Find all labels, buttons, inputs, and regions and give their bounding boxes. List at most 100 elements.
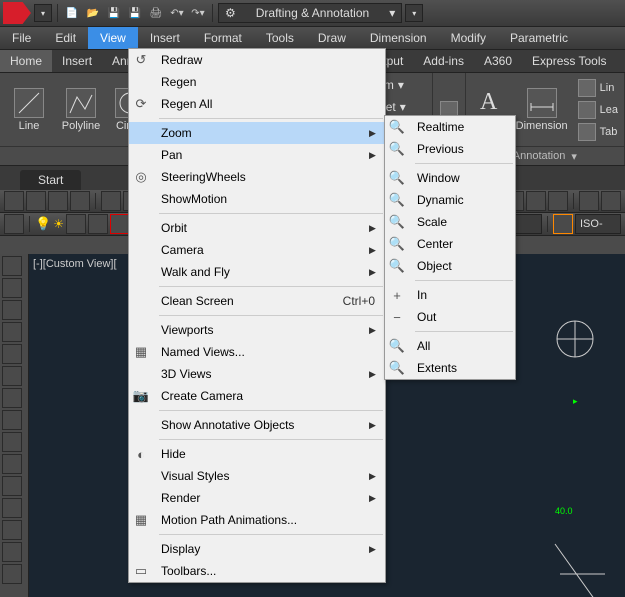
vtool-7[interactable] bbox=[2, 388, 22, 408]
menu-draw[interactable]: Draw bbox=[306, 27, 358, 49]
viewmenu-camera[interactable]: Camera▶ bbox=[129, 239, 385, 261]
redo-icon[interactable]: ↷▾ bbox=[189, 4, 207, 22]
qat-more-dropdown[interactable]: ▾ bbox=[405, 4, 423, 22]
menu-dimension[interactable]: Dimension bbox=[358, 27, 439, 49]
workspace-selector[interactable]: ⚙Drafting & Annotation▾ bbox=[218, 3, 402, 23]
tool-h[interactable] bbox=[548, 191, 568, 211]
tool-i[interactable] bbox=[579, 191, 599, 211]
menu-tools[interactable]: Tools bbox=[254, 27, 306, 49]
app-logo[interactable] bbox=[3, 2, 31, 24]
linear-button[interactable]: Lin bbox=[578, 78, 618, 98]
viewmenu-showmotion[interactable]: ShowMotion bbox=[129, 188, 385, 210]
zoommenu-realtime[interactable]: 🔍Realtime bbox=[385, 116, 515, 138]
layer-swatch[interactable] bbox=[110, 214, 130, 234]
tool-print[interactable] bbox=[70, 191, 90, 211]
ribbontab-add-ins[interactable]: Add-ins bbox=[413, 50, 474, 72]
app-menu-dropdown[interactable]: ▾ bbox=[34, 4, 52, 22]
vtool-5[interactable] bbox=[2, 344, 22, 364]
undo-icon[interactable]: ↶▾ bbox=[168, 4, 186, 22]
zoommenu-window[interactable]: 🔍Window bbox=[385, 167, 515, 189]
zoommenu-scale[interactable]: 🔍Scale bbox=[385, 211, 515, 233]
vtool-4[interactable] bbox=[2, 322, 22, 342]
tool-save[interactable] bbox=[48, 191, 68, 211]
viewmenu-redraw[interactable]: ↺Redraw bbox=[129, 49, 385, 71]
zoommenu-object[interactable]: 🔍Object bbox=[385, 255, 515, 277]
viewmenu-viewports[interactable]: Viewports▶ bbox=[129, 319, 385, 341]
ribbontab-express-tools[interactable]: Express Tools bbox=[522, 50, 616, 72]
vtool-13[interactable] bbox=[2, 520, 22, 540]
vtool-8[interactable] bbox=[2, 410, 22, 430]
viewmenu-regen[interactable]: Regen bbox=[129, 71, 385, 93]
vtool-15[interactable] bbox=[2, 564, 22, 584]
zoommenu-out[interactable]: −Out bbox=[385, 306, 515, 328]
plot-icon[interactable]: 🖨 bbox=[147, 4, 165, 22]
menu-file[interactable]: File bbox=[0, 27, 43, 49]
menu-parametric[interactable]: Parametric bbox=[498, 27, 580, 49]
chevron-down-icon[interactable]: ▾ bbox=[571, 150, 577, 163]
ribbontab-home[interactable]: Home bbox=[0, 50, 52, 72]
viewmenu-toolbars-[interactable]: ▭Toolbars... bbox=[129, 560, 385, 582]
menu-edit[interactable]: Edit bbox=[43, 27, 88, 49]
leader-button[interactable]: Lea bbox=[578, 100, 618, 120]
menu-view[interactable]: View bbox=[88, 27, 138, 49]
sun-icon[interactable]: ☀ bbox=[53, 217, 64, 231]
vtool-12[interactable] bbox=[2, 498, 22, 518]
viewmenu-show-annotative-objects[interactable]: Show Annotative Objects▶ bbox=[129, 414, 385, 436]
vtool-11[interactable] bbox=[2, 476, 22, 496]
vtool-10[interactable] bbox=[2, 454, 22, 474]
menu-insert[interactable]: Insert bbox=[138, 27, 192, 49]
new-icon[interactable]: 📄 bbox=[63, 4, 81, 22]
tool-cut[interactable] bbox=[101, 191, 121, 211]
viewmenu-visual-styles[interactable]: Visual Styles▶ bbox=[129, 465, 385, 487]
menu-modify[interactable]: Modify bbox=[439, 27, 498, 49]
saveas-icon[interactable]: 💾 bbox=[126, 4, 144, 22]
table-button[interactable]: Tab bbox=[578, 122, 618, 142]
tool2-b[interactable] bbox=[66, 214, 86, 234]
tool2-a[interactable] bbox=[4, 214, 24, 234]
tool-open[interactable] bbox=[26, 191, 46, 211]
ribbontab-a360[interactable]: A360 bbox=[474, 50, 522, 72]
tool2-d[interactable] bbox=[553, 214, 573, 234]
viewmenu-zoom[interactable]: Zoom▶ bbox=[129, 122, 385, 144]
zoommenu-previous[interactable]: 🔍Previous bbox=[385, 138, 515, 160]
viewmenu-steeringwheels[interactable]: ◎SteeringWheels bbox=[129, 166, 385, 188]
zoommenu-in[interactable]: +In bbox=[385, 284, 515, 306]
dimension-button[interactable]: Dimension bbox=[512, 88, 572, 132]
vtool-6[interactable] bbox=[2, 366, 22, 386]
viewmenu-create-camera[interactable]: 📷Create Camera bbox=[129, 385, 385, 407]
viewmenu-3d-views[interactable]: 3D Views▶ bbox=[129, 363, 385, 385]
viewmenu-pan[interactable]: Pan▶ bbox=[129, 144, 385, 166]
viewmenu-named-views-[interactable]: ▦Named Views... bbox=[129, 341, 385, 363]
lightbulb-icon[interactable]: 💡 bbox=[35, 216, 51, 232]
tool2-c[interactable] bbox=[88, 214, 108, 234]
polyline-button[interactable]: Polyline bbox=[58, 88, 104, 132]
iso-combo[interactable]: ISO- bbox=[575, 214, 621, 234]
zoommenu-center[interactable]: 🔍Center bbox=[385, 233, 515, 255]
open-icon[interactable]: 📂 bbox=[84, 4, 102, 22]
vtool-14[interactable] bbox=[2, 542, 22, 562]
zoommenu-all[interactable]: 🔍All bbox=[385, 335, 515, 357]
vtool-1[interactable] bbox=[2, 256, 22, 276]
viewmenu-render[interactable]: Render▶ bbox=[129, 487, 385, 509]
zoommenu-dynamic[interactable]: 🔍Dynamic bbox=[385, 189, 515, 211]
viewmenu-walk-and-fly[interactable]: Walk and Fly▶ bbox=[129, 261, 385, 283]
vtool-2[interactable] bbox=[2, 278, 22, 298]
doctab-start[interactable]: Start bbox=[20, 170, 81, 190]
view-label[interactable]: [-][Custom View][ bbox=[33, 258, 117, 270]
tool-new[interactable] bbox=[4, 191, 24, 211]
viewmenu-motion-path-animations-[interactable]: ▦Motion Path Animations... bbox=[129, 509, 385, 531]
line-button[interactable]: Line bbox=[6, 88, 52, 132]
viewmenu-hide[interactable]: ◐Hide bbox=[129, 443, 385, 465]
tool-j[interactable] bbox=[601, 191, 621, 211]
vtool-3[interactable] bbox=[2, 300, 22, 320]
vtool-9[interactable] bbox=[2, 432, 22, 452]
viewmenu-orbit[interactable]: Orbit▶ bbox=[129, 217, 385, 239]
menu-format[interactable]: Format bbox=[192, 27, 254, 49]
zoommenu-extents[interactable]: 🔍Extents bbox=[385, 357, 515, 379]
ribbontab-insert[interactable]: Insert bbox=[52, 50, 102, 72]
viewmenu-display[interactable]: Display▶ bbox=[129, 538, 385, 560]
viewmenu-regen-all[interactable]: ⟳Regen All bbox=[129, 93, 385, 115]
tool-g[interactable] bbox=[526, 191, 546, 211]
viewmenu-clean-screen[interactable]: Clean ScreenCtrl+0 bbox=[129, 290, 385, 312]
save-icon[interactable]: 💾 bbox=[105, 4, 123, 22]
